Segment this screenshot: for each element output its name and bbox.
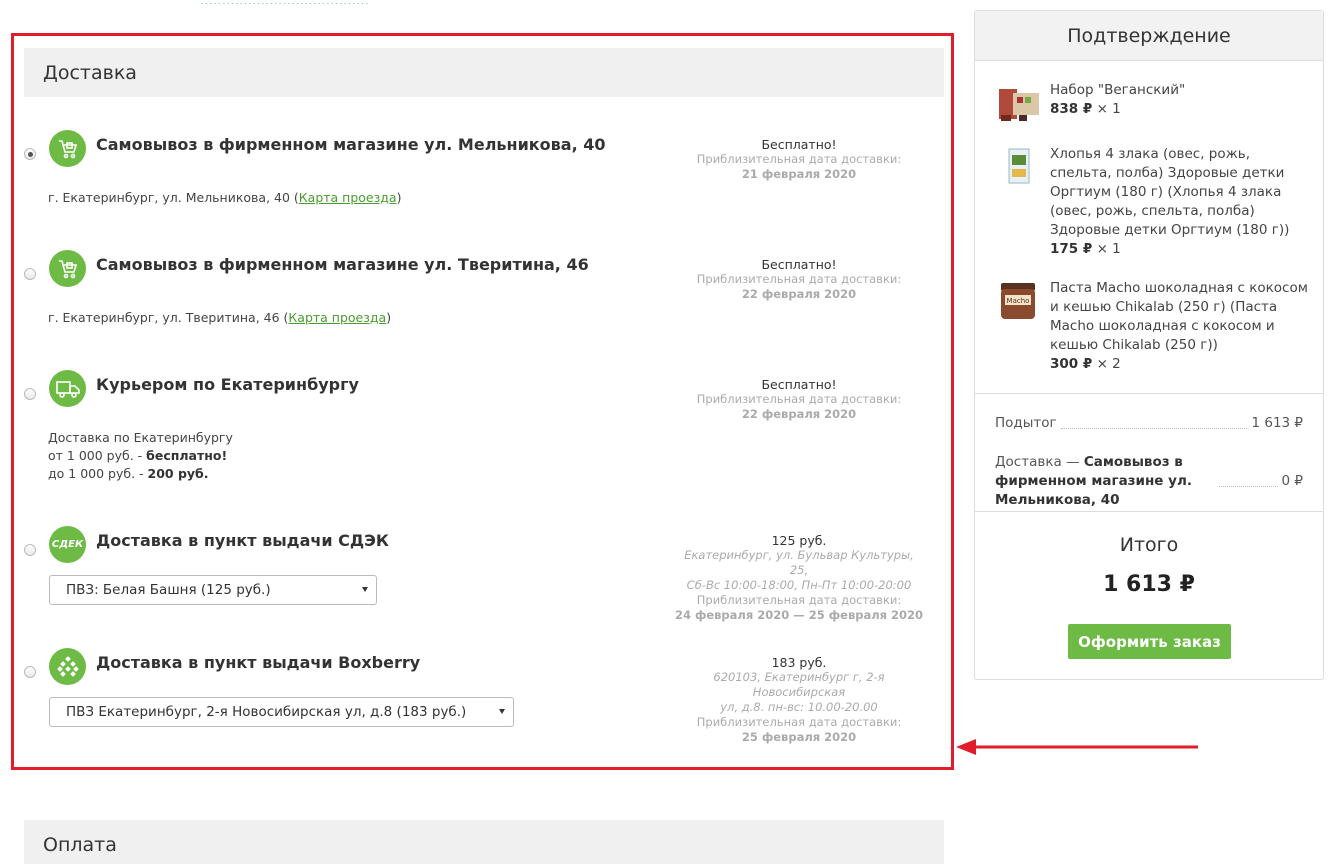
confirmation-panel: Подтверждение Набор "Веганский" 838 ₽ × …: [974, 10, 1324, 680]
radio-boxberry[interactable]: [24, 666, 36, 678]
product-image: [1008, 148, 1030, 184]
option-title: Доставка в пункт выдачи СДЭК: [96, 531, 389, 550]
option-meta: Бесплатно! Приблизительная дата доставки…: [696, 257, 902, 301]
chevron-down-icon: [362, 587, 368, 592]
pickup-cart-icon: [49, 250, 86, 287]
top-cut-text: …………………………………: [200, 0, 540, 4]
subtotal-label: Подытог: [995, 415, 1057, 431]
product-name: Набор "Веганский": [1050, 82, 1186, 98]
radio-cdek[interactable]: [24, 544, 36, 556]
product-qty: × 1: [1096, 241, 1121, 257]
courier-truck-icon: [49, 370, 86, 407]
map-link[interactable]: Карта проезда: [288, 310, 386, 325]
option-title: Курьером по Екатеринбургу: [96, 375, 359, 394]
option-meta: 183 руб. 620103, Екатеринбург г, 2-я Нов…: [696, 655, 902, 744]
product-label: Macho: [1007, 297, 1030, 305]
annotation-arrow-icon: [956, 739, 1198, 755]
option-title: Самовывоз в фирменном магазине ул. Твери…: [96, 255, 589, 274]
divider: [975, 393, 1323, 394]
payment-section: Оплата: [24, 820, 944, 864]
product-image: [999, 89, 1039, 121]
delivery-section: Доставка Самовывоз в фирменном магазине …: [24, 48, 944, 744]
product-price: 838 ₽: [1050, 101, 1093, 117]
option-title: Доставка в пункт выдачи Boxberry: [96, 653, 421, 672]
option-meta: 125 руб. Екатеринбург, ул. Бульвар Культ…: [674, 533, 924, 622]
radio-tveritina[interactable]: [24, 268, 36, 280]
option-meta: Бесплатно! Приблизительная дата доставки…: [696, 137, 902, 181]
option-meta: Бесплатно! Приблизительная дата доставки…: [696, 377, 902, 421]
option-description: Доставка по Екатеринбургу от 1 000 руб. …: [48, 430, 233, 481]
cdek-logo-icon: СДЕК: [49, 526, 86, 563]
total-value: 1 613 ₽: [1103, 572, 1195, 597]
option-title: Самовывоз в фирменном магазине ул. Мельн…: [96, 135, 606, 154]
product-name: Паста Macho шоколадная с кокосом и кешью…: [1050, 280, 1308, 353]
product-qty: × 1: [1096, 101, 1121, 117]
cdek-pickup-select[interactable]: ПВЗ: Белая Башня (125 руб.): [49, 575, 377, 605]
pickup-cart-icon: [49, 130, 86, 167]
delivery-row: Доставка — Самовывоз в фирменном магазин…: [995, 453, 1303, 510]
option-address: г. Екатеринбург, ул. Мельникова, 40 (Кар…: [48, 190, 402, 205]
option-address: г. Екатеринбург, ул. Тверитина, 46 (Карт…: [48, 310, 392, 325]
radio-melnikova[interactable]: [24, 148, 36, 160]
place-order-button[interactable]: Оформить заказ: [1068, 624, 1231, 659]
product-qty: × 2: [1096, 356, 1121, 372]
delivery-label: Доставка —: [995, 454, 1084, 470]
map-link[interactable]: Карта проезда: [299, 190, 397, 205]
radio-courier[interactable]: [24, 388, 36, 400]
delivery-value: 0 ₽: [1281, 473, 1303, 489]
confirmation-title: Подтверждение: [975, 11, 1323, 61]
delivery-header: Доставка: [24, 48, 944, 97]
boxberry-pickup-select[interactable]: ПВЗ Екатеринбург, 2-я Новосибирская ул, …: [49, 697, 514, 727]
boxberry-logo-icon: [49, 648, 86, 685]
payment-header: Оплата: [24, 820, 944, 864]
product-name: Хлопья 4 злака (овес, рожь, спельта, пол…: [1050, 146, 1290, 238]
product-price: 300 ₽: [1050, 356, 1093, 372]
total-label: Итого: [1119, 534, 1179, 556]
divider: [975, 511, 1323, 512]
chevron-down-icon: [499, 709, 505, 714]
subtotal-value: 1 613 ₽: [1251, 415, 1303, 431]
subtotal-row: Подытог 1 613 ₽: [995, 414, 1303, 433]
product-image: Macho: [1001, 283, 1035, 319]
product-price: 175 ₽: [1050, 241, 1093, 257]
